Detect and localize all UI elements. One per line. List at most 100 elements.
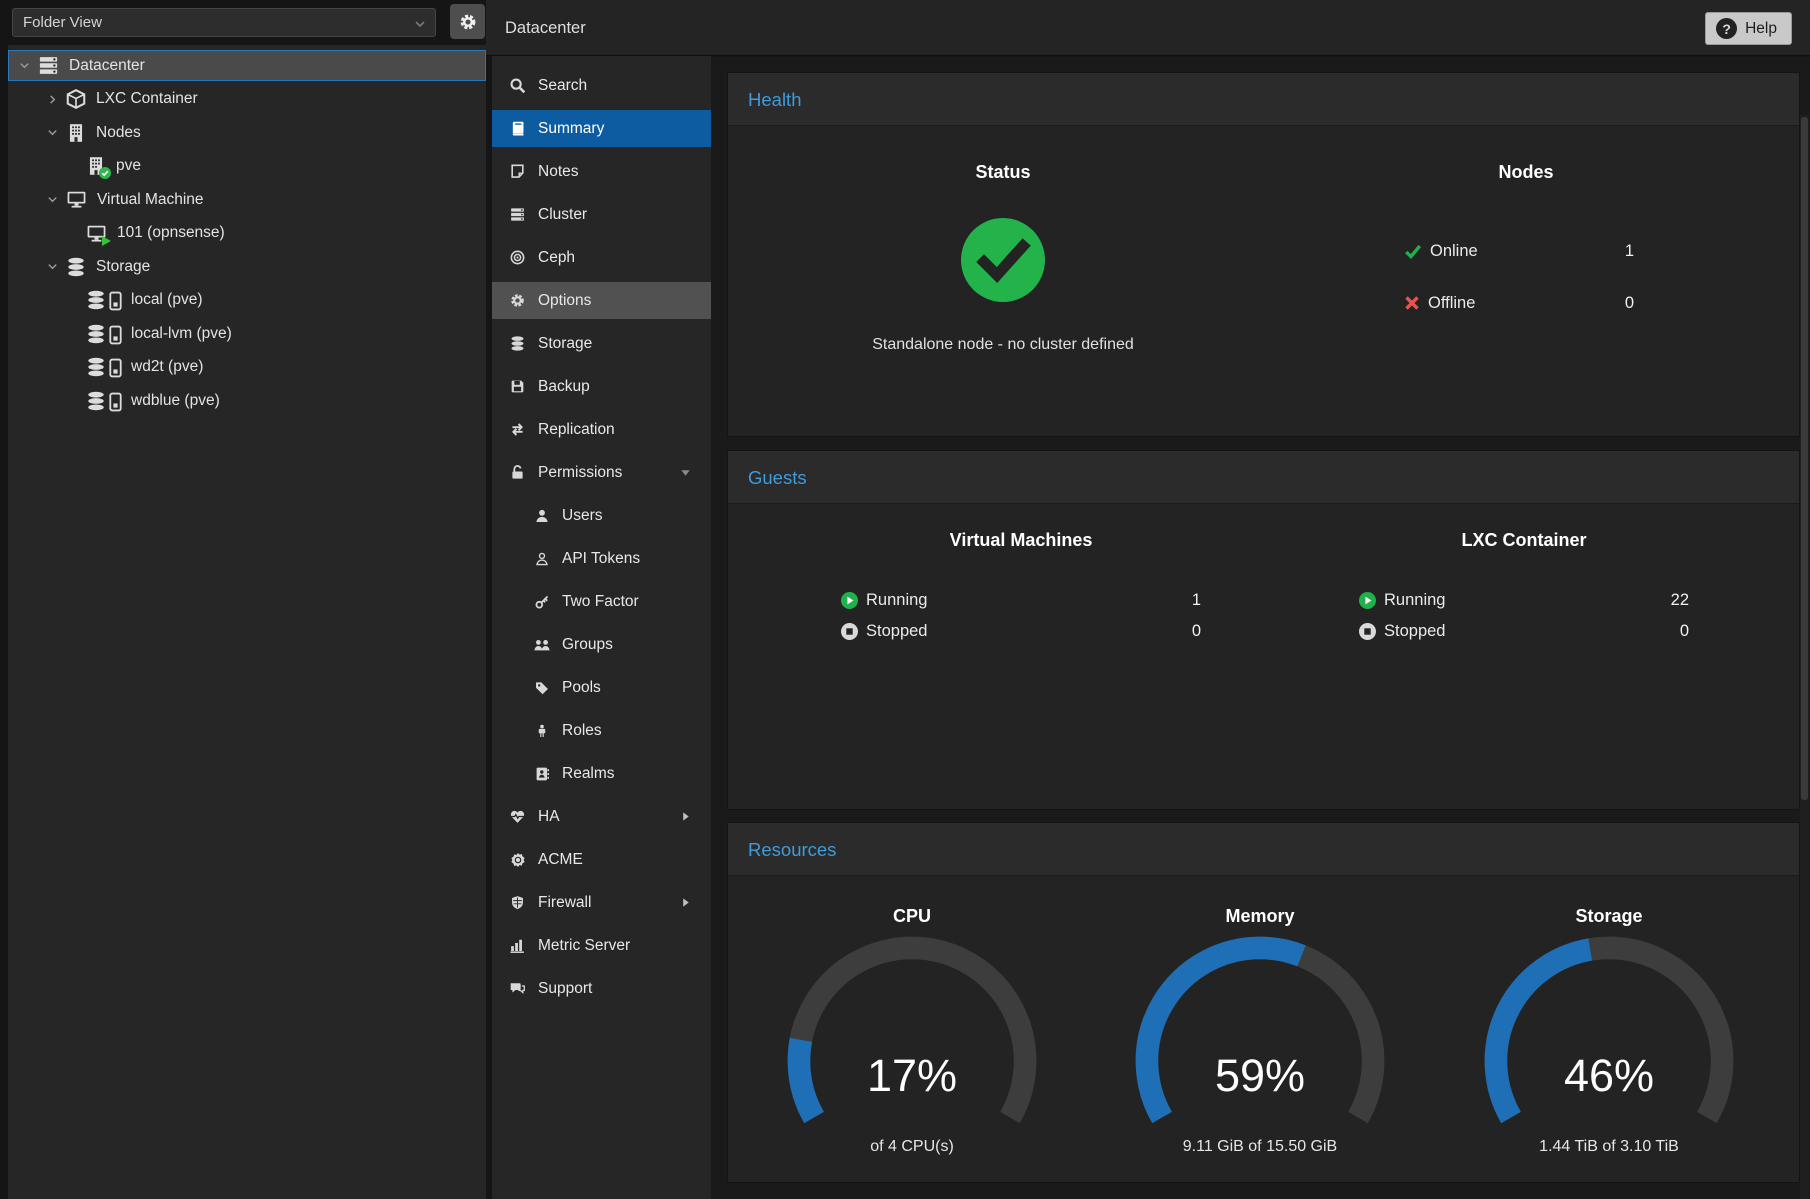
stat-label: Offline — [1428, 294, 1475, 313]
gear-icon — [508, 292, 527, 309]
nav-item-api-tokens[interactable]: API Tokens — [492, 540, 711, 577]
database-icon — [65, 256, 87, 278]
nav-item-two-factor[interactable]: Two Factor — [492, 583, 711, 620]
view-selector-dropdown[interactable]: Folder View — [12, 8, 436, 37]
status-ok-icon — [961, 218, 1045, 302]
nav-item-users[interactable]: Users — [492, 497, 711, 534]
tree-item-datacenter[interactable]: Datacenter — [8, 50, 486, 81]
shield-icon — [508, 894, 527, 911]
database-icon — [508, 335, 527, 352]
monitor-icon — [65, 188, 88, 211]
stat-label: Running — [866, 591, 927, 610]
nav-item-acme[interactable]: ACME — [492, 841, 711, 878]
nav-item-label: Replication — [538, 421, 615, 439]
storage-gauge-block: Storage 46% 1.44 TiB of 3.10 TiB — [1459, 876, 1759, 1182]
nodes-offline-row: Offline 0 — [1404, 290, 1648, 316]
nav-item-support[interactable]: Support — [492, 970, 711, 1007]
scrollbar-thumb[interactable] — [1801, 117, 1808, 800]
stopped-icon — [1359, 623, 1376, 640]
nav-item-label: ACME — [538, 851, 583, 869]
nav-item-label: Storage — [538, 335, 592, 353]
status-message: Standalone node - no cluster defined — [808, 336, 1198, 354]
tree-item-nodes[interactable]: Nodes — [8, 117, 486, 148]
tree-item-storage-local[interactable]: local (pve) — [8, 285, 486, 316]
stat-value: 0 — [1192, 622, 1201, 641]
memory-gauge-block: Memory 59% 9.11 GiB of 15.50 GiB — [1110, 876, 1410, 1182]
nav-item-ha[interactable]: HA — [492, 798, 711, 835]
view-selector-value: Folder View — [23, 14, 102, 31]
stat-value: 22 — [1671, 591, 1689, 610]
heartbeat-icon — [508, 808, 527, 825]
tree-item-node-pve[interactable]: pve — [8, 151, 486, 182]
gauge-sublabel: of 4 CPU(s) — [762, 1134, 1062, 1160]
tree-item-storage-wd2t[interactable]: wd2t (pve) — [8, 352, 486, 383]
tree-item-storage-wdblue[interactable]: wdblue (pve) — [8, 385, 486, 416]
database-drive-icon — [85, 289, 122, 311]
datacenter-nav: Search Summary Notes Cluster Ceph Option… — [492, 56, 711, 1199]
nav-item-storage[interactable]: Storage — [492, 325, 711, 362]
stat-label: Stopped — [866, 622, 927, 641]
nav-item-notes[interactable]: Notes — [492, 153, 711, 190]
stat-label: Stopped — [1384, 622, 1445, 641]
nav-item-groups[interactable]: Groups — [492, 626, 711, 663]
gauge-percent: 17% — [762, 1046, 1062, 1106]
nav-item-permissions[interactable]: Permissions — [492, 454, 711, 491]
database-drive-icon — [85, 390, 122, 412]
book-icon — [508, 120, 527, 137]
resources-panel: Resources CPU 17% of 4 CPU(s) Memory — [727, 822, 1800, 1183]
tree-item-virtual-machine[interactable]: Virtual Machine — [8, 184, 486, 215]
content-scrollbar — [1800, 115, 1809, 1199]
stat-label: Running — [1384, 591, 1445, 610]
health-panel: Health Status Standalone node - no clust… — [727, 72, 1800, 437]
check-icon — [1404, 243, 1422, 260]
help-question-icon: ? — [1716, 18, 1737, 39]
chevron-down-icon — [47, 261, 58, 272]
chevron-down-icon — [47, 194, 58, 205]
tree-item-storage-local-lvm[interactable]: local-lvm (pve) — [8, 318, 486, 349]
running-icon — [841, 592, 858, 609]
gear-icon — [458, 12, 478, 32]
tree-item-label: LXC Container — [96, 90, 198, 108]
tree-item-lxc-container[interactable]: LXC Container — [8, 84, 486, 115]
proxmox-window: Datacenter ? Help Folder View Datacenter… — [0, 0, 1810, 1199]
nodes-online-row: Online 1 — [1404, 238, 1648, 264]
help-button[interactable]: ? Help — [1705, 12, 1792, 45]
server-rack-icon — [37, 54, 60, 77]
nav-item-realms[interactable]: Realms — [492, 755, 711, 792]
nav-item-firewall[interactable]: Firewall — [492, 884, 711, 921]
stat-label: Online — [1430, 242, 1478, 261]
tree-settings-button[interactable] — [450, 4, 485, 39]
tree-item-label: wdblue (pve) — [131, 392, 220, 410]
chevron-down-icon — [414, 18, 426, 30]
nav-item-label: Metric Server — [538, 937, 630, 955]
nav-item-metric-server[interactable]: Metric Server — [492, 927, 711, 964]
nav-item-summary[interactable]: Summary — [492, 110, 711, 147]
nav-item-label: HA — [538, 808, 560, 826]
page-title: Datacenter — [505, 0, 586, 56]
nav-item-pools[interactable]: Pools — [492, 669, 711, 706]
nav-item-roles[interactable]: Roles — [492, 712, 711, 749]
nav-item-label: Cluster — [538, 206, 587, 224]
nav-item-replication[interactable]: Replication — [492, 411, 711, 448]
nav-item-label: Groups — [562, 636, 613, 654]
key-icon — [532, 594, 551, 610]
lxc-stopped-row: Stopped 0 — [1359, 619, 1689, 643]
nav-item-search[interactable]: Search — [492, 67, 711, 104]
unlock-icon — [508, 464, 527, 481]
nav-item-backup[interactable]: Backup — [492, 368, 711, 405]
nav-item-label: Notes — [538, 163, 579, 181]
resources-panel-title: Resources — [728, 823, 1799, 876]
chevron-right-icon — [47, 94, 58, 105]
vm-running-row: Running 1 — [841, 588, 1201, 612]
comments-icon — [508, 980, 527, 997]
nav-item-label: Permissions — [538, 464, 622, 482]
tree-item-label: local (pve) — [131, 291, 203, 309]
gauge-sublabel: 9.11 GiB of 15.50 GiB — [1110, 1134, 1410, 1160]
tree-item-vm-101[interactable]: 101 (opnsense) — [8, 218, 486, 249]
nav-item-ceph[interactable]: Ceph — [492, 239, 711, 276]
nav-item-options[interactable]: Options — [492, 282, 711, 319]
users-group-icon — [532, 637, 551, 653]
status-heading: Status — [808, 162, 1198, 183]
nav-item-cluster[interactable]: Cluster — [492, 196, 711, 233]
tree-item-storage[interactable]: Storage — [8, 251, 486, 282]
